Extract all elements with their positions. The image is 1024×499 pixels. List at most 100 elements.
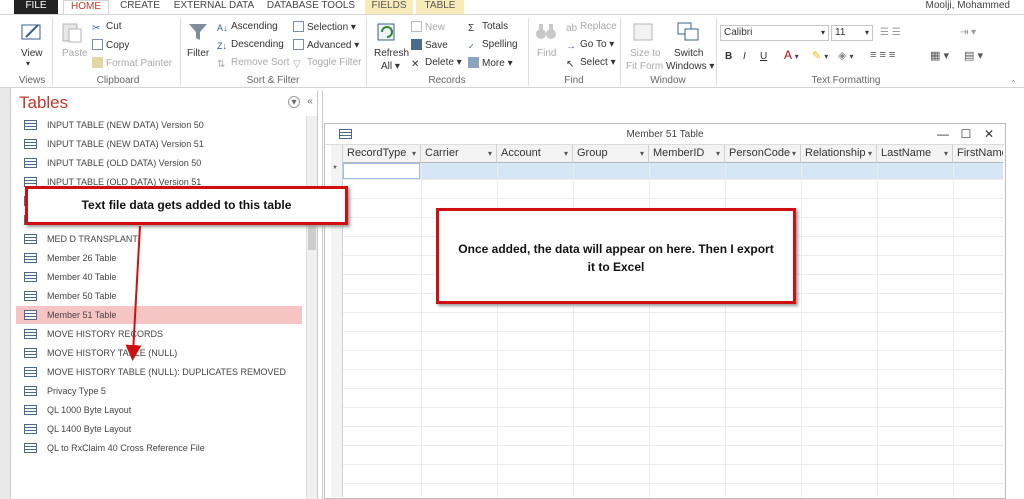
descending-button[interactable]: Z↓ Descending bbox=[217, 39, 284, 52]
more-button[interactable]: More ▾ bbox=[468, 57, 513, 69]
close-icon[interactable]: ✕ bbox=[981, 126, 997, 142]
filter-button[interactable]: Filter bbox=[187, 48, 209, 59]
goto-icon: → bbox=[566, 41, 576, 52]
size-to-fit-button[interactable]: Size to bbox=[630, 48, 661, 59]
table-icon bbox=[24, 253, 37, 263]
column-header-label: LastName bbox=[881, 147, 932, 159]
font-size-select[interactable]: 11 ▾ bbox=[831, 25, 873, 41]
nav-item-table[interactable]: QL 1000 Byte Layout bbox=[16, 401, 302, 419]
nav-item-table[interactable]: INPUT TABLE (NEW DATA) Version 51 bbox=[16, 135, 302, 153]
column-header[interactable]: Group ▾ bbox=[573, 145, 649, 163]
maximize-icon[interactable]: ☐ bbox=[958, 126, 974, 142]
paste-button[interactable]: Paste bbox=[62, 48, 88, 59]
tab-database-tools[interactable]: DATABASE TOOLS bbox=[261, 0, 361, 14]
tab-fields[interactable]: FIELDS bbox=[365, 0, 413, 14]
italic-button[interactable]: I bbox=[743, 51, 746, 62]
column-header[interactable]: PersonCode ▾ bbox=[725, 145, 801, 163]
fill-color-icon[interactable]: ◈ ▾ bbox=[838, 49, 854, 62]
minimize-icon[interactable]: — bbox=[935, 126, 951, 142]
tab-external-data[interactable]: EXTERNAL DATA bbox=[171, 0, 257, 14]
save-button[interactable]: Save bbox=[411, 39, 448, 51]
select-button[interactable]: ↖ Select ▾ bbox=[566, 57, 616, 70]
gridlines-icon[interactable]: ▦ ▾ bbox=[930, 49, 949, 62]
nav-item-table[interactable]: INPUT TABLE (OLD DATA) Version 50 bbox=[16, 154, 302, 172]
select-icon: ↖ bbox=[566, 59, 575, 70]
find-button[interactable]: Find bbox=[537, 48, 556, 59]
highlight-icon[interactable]: ✎ ▾ bbox=[812, 49, 828, 62]
nav-item-table[interactable]: Member 26 Table bbox=[16, 249, 302, 267]
goto-button[interactable]: → Go To ▾ bbox=[566, 39, 614, 52]
delete-button[interactable]: ✕ Delete ▾ bbox=[411, 57, 462, 70]
remove-sort-button[interactable]: ⇅ Remove Sort bbox=[217, 57, 289, 70]
view-button[interactable]: View bbox=[21, 48, 43, 59]
tab-table[interactable]: TABLE bbox=[416, 0, 464, 14]
cut-button[interactable]: ✂ Cut bbox=[92, 21, 122, 34]
tab-create[interactable]: CREATE bbox=[112, 0, 168, 14]
nav-item-table[interactable]: QL 1400 Byte Layout bbox=[16, 420, 302, 438]
tab-home[interactable]: HOME bbox=[63, 0, 109, 14]
nav-item-table[interactable]: Member 51 Table bbox=[16, 306, 302, 324]
indent-icon[interactable]: ⇥ ▾ bbox=[960, 27, 976, 38]
nav-menu-icon[interactable]: ▾ bbox=[288, 96, 300, 108]
alternate-row-icon[interactable]: ▤ ▾ bbox=[964, 49, 983, 62]
column-header[interactable]: Carrier ▾ bbox=[421, 145, 497, 163]
grid-column-line bbox=[877, 163, 878, 497]
font-name-select[interactable]: Calibri ▾ bbox=[720, 25, 829, 41]
switch-windows-button[interactable]: Switch bbox=[674, 48, 703, 59]
column-header[interactable]: LastName ▾ bbox=[877, 145, 953, 163]
column-dropdown-icon[interactable]: ▾ bbox=[640, 145, 644, 162]
new-record-row[interactable] bbox=[343, 163, 1003, 179]
column-dropdown-icon[interactable]: ▾ bbox=[716, 145, 720, 162]
column-dropdown-icon[interactable]: ▾ bbox=[412, 145, 416, 162]
nav-item-table[interactable]: MOVE HISTORY RECORDS bbox=[16, 325, 302, 343]
column-dropdown-icon[interactable]: ▾ bbox=[944, 145, 948, 162]
selection-button[interactable]: Selection ▾ bbox=[293, 21, 356, 33]
column-header[interactable]: Relationship ▾ bbox=[801, 145, 877, 163]
bullets-icon[interactable]: ☰ ☰ bbox=[880, 27, 901, 38]
underline-button[interactable]: U bbox=[760, 51, 767, 62]
column-dropdown-icon[interactable]: ▾ bbox=[564, 145, 568, 162]
collapse-ribbon-icon[interactable]: ⌃ bbox=[1010, 79, 1017, 88]
align-icons[interactable]: ≡ ≡ ≡ bbox=[870, 49, 895, 61]
tab-file[interactable]: FILE bbox=[14, 0, 58, 14]
refresh-all-button[interactable]: Refresh bbox=[374, 48, 409, 59]
user-name[interactable]: Moolji, Mohammed bbox=[926, 0, 1010, 11]
column-dropdown-icon[interactable]: ▾ bbox=[488, 145, 492, 162]
nav-item-table[interactable]: Member 50 Table bbox=[16, 287, 302, 305]
column-dropdown-icon[interactable]: ▾ bbox=[868, 145, 872, 162]
column-header[interactable]: RecordType ▾ bbox=[343, 145, 421, 163]
collapse-nav-icon[interactable]: « bbox=[304, 96, 316, 108]
copy-button[interactable]: Copy bbox=[92, 39, 129, 51]
new-record-button[interactable]: New bbox=[411, 21, 445, 33]
column-dropdown-icon[interactable]: ▾ bbox=[792, 145, 796, 162]
nav-pane-title[interactable]: Tables bbox=[19, 93, 68, 113]
nav-item-table[interactable]: Privacy Type 5 bbox=[16, 382, 302, 400]
fit-form-label: Fit Form bbox=[626, 61, 664, 72]
replace-button[interactable]: ab Replace bbox=[566, 21, 617, 34]
new-record-first-cell[interactable] bbox=[343, 163, 420, 179]
nav-item-table[interactable]: MOVE HISTORY TABLE (NULL): DUPLICATES RE… bbox=[16, 363, 302, 381]
spelling-button[interactable]: ✓ Spelling bbox=[468, 39, 518, 53]
toggle-filter-button[interactable]: ▽ Toggle Filter bbox=[293, 57, 361, 70]
totals-button[interactable]: Σ Totals bbox=[468, 21, 508, 34]
nav-item-table[interactable]: Member 40 Table bbox=[16, 268, 302, 286]
nav-item-label: QL 1000 Byte Layout bbox=[47, 405, 132, 415]
column-header[interactable]: Account ▾ bbox=[497, 145, 573, 163]
font-color-icon[interactable]: A ▾ bbox=[784, 48, 799, 62]
nav-scrollbar[interactable] bbox=[306, 116, 317, 499]
nav-item-table[interactable]: MED D TRANSPLANT bbox=[16, 230, 302, 248]
advanced-button[interactable]: Advanced ▾ bbox=[293, 39, 359, 51]
bold-button[interactable]: B bbox=[725, 51, 732, 62]
datasheet-title-bar[interactable]: Member 51 Table — ☐ ✕ bbox=[325, 124, 1005, 145]
nav-item-label: MOVE HISTORY RECORDS bbox=[47, 329, 164, 339]
ascending-button[interactable]: A↓ Ascending bbox=[217, 21, 278, 34]
nav-item-table[interactable]: QL to RxClaim 40 Cross Reference File bbox=[16, 439, 302, 457]
table-icon bbox=[24, 291, 37, 301]
view-dropdown-icon[interactable]: ▾ bbox=[26, 59, 30, 68]
format-painter-button[interactable]: Format Painter bbox=[92, 57, 172, 69]
column-header[interactable]: FirstName▾ bbox=[953, 145, 1003, 163]
column-header[interactable]: MemberID ▾ bbox=[649, 145, 725, 163]
nav-item-table[interactable]: MOVE HISTORY TABLE (NULL) bbox=[16, 344, 302, 362]
refresh-all-text: All bbox=[381, 61, 393, 72]
nav-item-table[interactable]: INPUT TABLE (NEW DATA) Version 50 bbox=[16, 116, 302, 134]
